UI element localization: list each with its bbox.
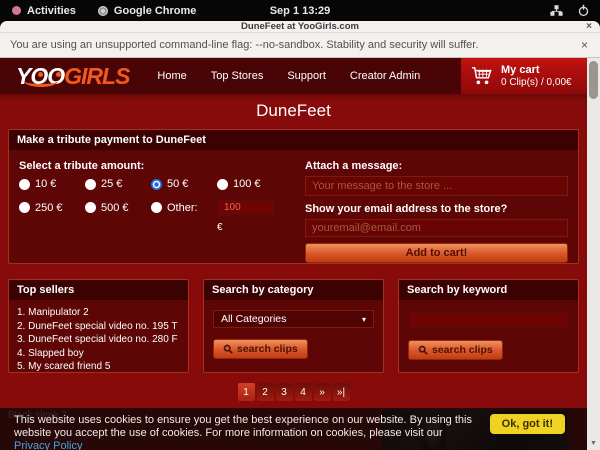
nav-top-stores[interactable]: Top Stores (211, 70, 264, 82)
radio-icon (19, 202, 30, 213)
site-header: YOOGIRLS Home Top Stores Support Creator… (0, 58, 587, 94)
pagination: 1 2 3 4 » »| (8, 383, 579, 401)
category-select[interactable]: All Categories ▾ (213, 310, 374, 328)
logo-text-girls: GIRLS (64, 63, 129, 89)
amount-label: Select a tribute amount: (19, 160, 291, 172)
radio-icon (217, 179, 228, 190)
amount-radio-500[interactable]: 500 € (85, 199, 151, 216)
search-category-title: Search by category (204, 280, 383, 300)
list-item[interactable]: Slapped boy (17, 347, 180, 361)
page-button-2[interactable]: 2 (257, 383, 274, 401)
top-sellers-title: Top sellers (9, 280, 188, 300)
warning-text: You are using an unsupported command-lin… (10, 39, 478, 51)
amount-radio-other[interactable]: Other: (151, 199, 217, 216)
warning-close-icon[interactable]: × (581, 38, 588, 52)
cookie-accept-button[interactable]: Ok, got it! (490, 414, 565, 434)
tribute-panel: Make a tribute payment to DuneFeet Selec… (8, 129, 579, 264)
other-amount-input[interactable] (217, 199, 275, 216)
page-button-1[interactable]: 1 (238, 383, 255, 401)
window-title-bar: DuneFeet at YooGirls.com × (0, 21, 600, 33)
browser-scrollbar[interactable]: ▼ (587, 58, 600, 450)
page-button-next[interactable]: » (314, 383, 331, 401)
search-clips-category-button[interactable]: search clips (213, 339, 308, 359)
email-input[interactable] (305, 219, 568, 237)
email-label: Show your email address to the store? (305, 203, 568, 215)
logo-smile-icon (24, 75, 58, 87)
amount-radio-50-selected[interactable]: 50 € (151, 178, 217, 190)
radio-icon (85, 202, 96, 213)
radio-checked-icon (151, 179, 162, 190)
category-selected-value: All Categories (221, 313, 286, 325)
yoogirls-logo[interactable]: YOOGIRLS (16, 58, 129, 94)
list-item[interactable]: My scared friend 5 (17, 360, 180, 374)
amount-radio-25[interactable]: 25 € (85, 178, 151, 190)
top-sellers-list: Manipulator 2 DuneFeet special video no.… (9, 300, 188, 374)
list-item[interactable]: Manipulator 2 (17, 306, 180, 320)
my-cart-box[interactable]: My cart 0 Clip(s) / 0,00€ (461, 58, 587, 94)
tribute-panel-title: Make a tribute payment to DuneFeet (9, 130, 578, 150)
nav-support[interactable]: Support (287, 70, 326, 82)
search-keyword-panel: Search by keyword search clips (398, 279, 579, 373)
search-icon (223, 344, 233, 354)
search-icon (418, 345, 428, 355)
currency-label: € (217, 222, 287, 233)
scrollbar-thumb[interactable] (589, 61, 598, 99)
cart-summary: 0 Clip(s) / 0,00€ (501, 77, 572, 89)
window-title: DuneFeet at YooGirls.com (241, 21, 359, 32)
browser-viewport: YOOGIRLS Home Top Stores Support Creator… (0, 58, 600, 450)
page-button-3[interactable]: 3 (276, 383, 293, 401)
radio-icon (151, 202, 162, 213)
chrome-warning-bar: You are using an unsupported command-lin… (0, 33, 600, 58)
power-icon[interactable] (577, 4, 590, 17)
main-nav: Home Top Stores Support Creator Admin (157, 70, 420, 82)
network-icon[interactable] (550, 4, 563, 17)
top-sellers-panel: Top sellers Manipulator 2 DuneFeet speci… (8, 279, 189, 373)
cart-title: My cart (501, 64, 572, 77)
window-close-icon[interactable]: × (586, 21, 592, 33)
message-textarea[interactable] (305, 176, 568, 196)
list-item[interactable]: DuneFeet special video no. 195 T (17, 320, 180, 334)
page-button-4[interactable]: 4 (295, 383, 312, 401)
add-to-cart-button[interactable]: Add to cart! (305, 243, 568, 263)
system-top-bar: Activities Google Chrome Sep 1 13:29 (0, 0, 600, 21)
radio-icon (85, 179, 96, 190)
list-item[interactable]: DuneFeet special video no. 280 F (17, 333, 180, 347)
cookie-text: This website uses cookies to ensure you … (14, 414, 476, 450)
amount-radio-10[interactable]: 10 € (19, 178, 85, 190)
amount-radio-100[interactable]: 100 € (217, 178, 287, 190)
amount-radio-250[interactable]: 250 € (19, 199, 85, 216)
cart-icon (471, 66, 493, 86)
page-title: DuneFeet (8, 94, 579, 121)
privacy-policy-link[interactable]: Privacy Policy (14, 440, 82, 450)
page-button-last[interactable]: »| (333, 383, 350, 401)
tribute-amounts: Select a tribute amount: 10 € 25 € (19, 157, 291, 263)
cookie-consent-bar: This website uses cookies to ensure you … (0, 408, 587, 450)
radio-icon (19, 179, 30, 190)
clock[interactable]: Sep 1 13:29 (0, 5, 600, 17)
page-body: DuneFeet Make a tribute payment to DuneF… (0, 94, 587, 450)
keyword-input[interactable] (408, 311, 569, 329)
nav-home[interactable]: Home (157, 70, 186, 82)
search-keyword-title: Search by keyword (399, 280, 578, 300)
search-category-panel: Search by category All Categories ▾ sear… (203, 279, 384, 373)
chevron-down-icon: ▾ (362, 315, 366, 324)
message-label: Attach a message: (305, 160, 568, 172)
search-clips-keyword-button[interactable]: search clips (408, 340, 503, 360)
nav-creator-admin[interactable]: Creator Admin (350, 70, 420, 82)
tribute-message-column: Attach a message: Show your email addres… (305, 157, 568, 263)
scrollbar-down-arrow-icon[interactable]: ▼ (587, 440, 600, 447)
